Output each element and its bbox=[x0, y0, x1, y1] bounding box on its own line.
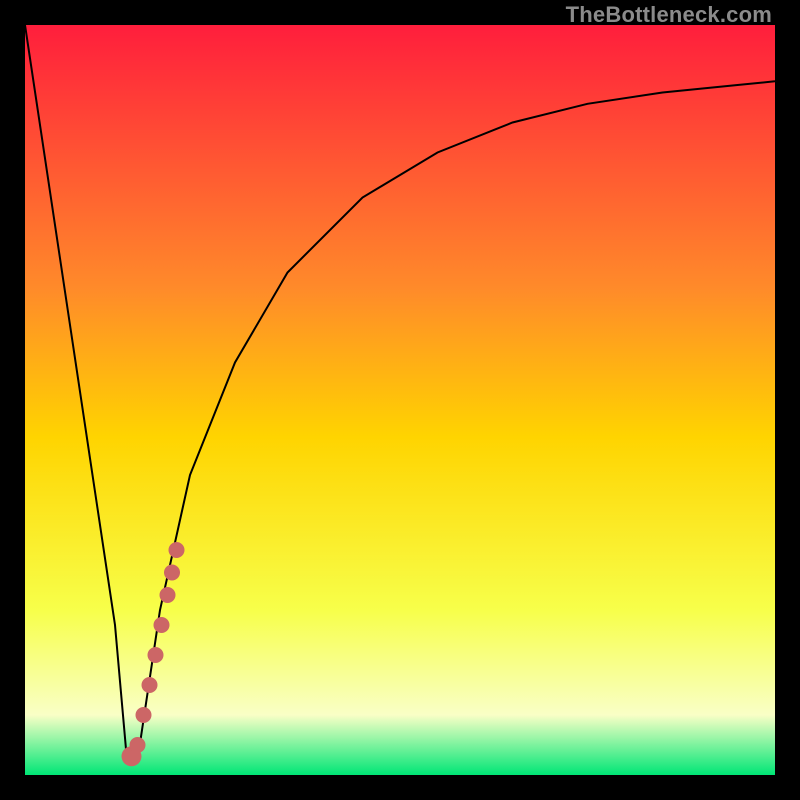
outer-frame: TheBottleneck.com bbox=[0, 0, 800, 800]
gradient-background bbox=[25, 25, 775, 775]
marker-dot bbox=[136, 707, 152, 723]
marker-dot bbox=[160, 587, 176, 603]
marker-dot bbox=[154, 617, 170, 633]
chart-canvas bbox=[25, 25, 775, 775]
marker-dot bbox=[169, 542, 185, 558]
marker-dot bbox=[164, 565, 180, 581]
marker-dot bbox=[130, 737, 146, 753]
marker-dot bbox=[142, 677, 158, 693]
plot-area bbox=[25, 25, 775, 775]
marker-dot bbox=[148, 647, 164, 663]
